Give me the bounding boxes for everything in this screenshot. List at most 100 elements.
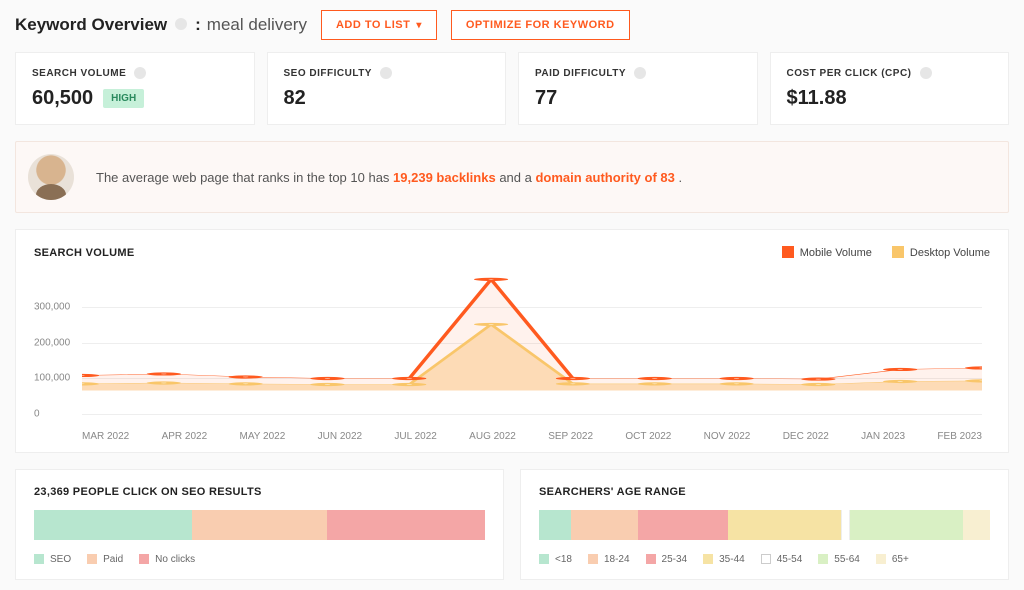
x-tick-label: JAN 2023 bbox=[861, 431, 905, 442]
legend-item: 55-64 bbox=[818, 554, 860, 565]
add-to-list-button[interactable]: Add to list ▾ bbox=[321, 10, 437, 40]
age-range-legend: <18 18-24 25-34 35-44 45-54 55-64 65+ bbox=[539, 554, 990, 565]
card-cpc: Cost Per Click (CPC) $11.88 bbox=[770, 52, 1010, 125]
bar-segment bbox=[192, 510, 327, 540]
x-tick-label: MAR 2022 bbox=[82, 431, 129, 442]
x-tick-label: DEC 2022 bbox=[783, 431, 829, 442]
square-icon bbox=[761, 554, 771, 564]
x-tick-label: APR 2022 bbox=[162, 431, 208, 442]
gridline bbox=[82, 414, 982, 415]
card-paid-label: Paid Difficulty bbox=[535, 68, 626, 79]
y-tick-label: 0 bbox=[34, 409, 40, 420]
info-icon[interactable] bbox=[380, 67, 392, 79]
x-tick-label: MAY 2022 bbox=[240, 431, 286, 442]
sv-legend: Mobile Volume Desktop Volume bbox=[782, 246, 990, 259]
square-icon bbox=[139, 554, 149, 564]
tip-banner: The average web page that ranks in the t… bbox=[15, 141, 1009, 213]
y-tick-label: 200,000 bbox=[34, 337, 70, 348]
bar-segment bbox=[539, 510, 571, 540]
tip-mid: and a bbox=[499, 170, 535, 185]
legend-item: SEO bbox=[34, 554, 71, 565]
info-icon[interactable] bbox=[175, 18, 187, 30]
info-icon[interactable] bbox=[634, 67, 646, 79]
bottom-row: 23,369 People Click on SEO Results SEO Pa… bbox=[15, 469, 1009, 580]
bar-segment bbox=[728, 510, 841, 540]
seo-clicks-legend: SEOPaidNo clicks bbox=[34, 554, 485, 565]
square-icon bbox=[87, 554, 97, 564]
sv-chart: 0 100,000 200,000 300,000 MAR 2022 APR 2022 MA… bbox=[34, 267, 990, 442]
square-icon bbox=[892, 246, 904, 258]
seo-clicks-bar bbox=[34, 510, 485, 540]
square-icon bbox=[34, 554, 44, 564]
seo-clicks-panel: 23,369 People Click on SEO Results SEO Pa… bbox=[15, 469, 504, 580]
card-cpc-label: Cost Per Click (CPC) bbox=[787, 68, 912, 79]
title-colon: : bbox=[195, 15, 201, 35]
x-tick-label: JUL 2022 bbox=[394, 431, 436, 442]
age-range-title: Searchers' Age Range bbox=[539, 486, 990, 498]
square-icon bbox=[876, 554, 886, 564]
age-range-bar bbox=[539, 510, 990, 540]
card-search-volume: Search Volume 60,500 HIGH bbox=[15, 52, 255, 125]
title-wrap: Keyword Overview : meal delivery bbox=[15, 15, 307, 35]
square-icon bbox=[646, 554, 656, 564]
optimize-button[interactable]: Optimize for keyword bbox=[451, 10, 630, 40]
chevron-down-icon: ▾ bbox=[416, 20, 422, 31]
tip-post: . bbox=[679, 170, 683, 185]
legend-item: 45-54 bbox=[761, 554, 803, 565]
y-tick-label: 100,000 bbox=[34, 373, 70, 384]
card-paid-difficulty: Paid Difficulty 77 bbox=[518, 52, 758, 125]
search-volume-panel: Search Volume Mobile Volume Desktop Volu… bbox=[15, 229, 1009, 453]
bar-segment bbox=[327, 510, 485, 540]
y-tick-label: 300,000 bbox=[34, 301, 70, 312]
metric-cards: Search Volume 60,500 HIGH SEO Difficulty… bbox=[15, 52, 1009, 125]
keyword-text: meal delivery bbox=[207, 15, 307, 35]
x-tick-label: JUN 2022 bbox=[318, 431, 362, 442]
legend-item: <18 bbox=[539, 554, 572, 565]
avatar bbox=[28, 154, 74, 200]
card-search-volume-label: Search Volume bbox=[32, 68, 126, 79]
card-seo-label: SEO Difficulty bbox=[284, 68, 372, 79]
bar-segment bbox=[34, 510, 192, 540]
x-tick-label: AUG 2022 bbox=[469, 431, 516, 442]
info-icon[interactable] bbox=[134, 67, 146, 79]
backlinks-link[interactable]: 19,239 backlinks bbox=[393, 170, 496, 185]
legend-item: 65+ bbox=[876, 554, 909, 565]
page-title: Keyword Overview bbox=[15, 15, 167, 35]
card-cpc-value: $11.88 bbox=[787, 87, 847, 110]
bar-segment bbox=[841, 510, 850, 540]
legend-item: 25-34 bbox=[646, 554, 688, 565]
x-tick-label: NOV 2022 bbox=[704, 431, 751, 442]
bar-segment bbox=[963, 510, 990, 540]
square-icon bbox=[539, 554, 549, 564]
legend-item: Paid bbox=[87, 554, 123, 565]
square-icon bbox=[818, 554, 828, 564]
square-icon bbox=[588, 554, 598, 564]
x-tick-label: FEB 2023 bbox=[937, 431, 981, 442]
x-tick-label: SEP 2022 bbox=[548, 431, 593, 442]
bar-segment bbox=[638, 510, 728, 540]
tip-pre: The average web page that ranks in the t… bbox=[96, 170, 393, 185]
legend-item: 18-24 bbox=[588, 554, 630, 565]
card-seo-value: 82 bbox=[284, 87, 306, 110]
badge-high: HIGH bbox=[103, 89, 144, 108]
legend-desktop: Desktop Volume bbox=[892, 246, 990, 259]
card-seo-difficulty: SEO Difficulty 82 bbox=[267, 52, 507, 125]
legend-mobile: Mobile Volume bbox=[782, 246, 872, 259]
square-icon bbox=[703, 554, 713, 564]
add-to-list-label: Add to list bbox=[336, 19, 410, 31]
sv-title: Search Volume bbox=[34, 247, 134, 259]
bar-segment bbox=[850, 510, 963, 540]
info-icon[interactable] bbox=[920, 67, 932, 79]
age-range-panel: Searchers' Age Range <18 18-24 25-34 35-44 4… bbox=[520, 469, 1009, 580]
optimize-label: Optimize for keyword bbox=[466, 19, 615, 31]
card-search-volume-value: 60,500 bbox=[32, 87, 93, 110]
page-header: Keyword Overview : meal delivery Add to … bbox=[15, 10, 1009, 40]
x-tick-label: OCT 2022 bbox=[625, 431, 671, 442]
domain-authority-link[interactable]: domain authority of 83 bbox=[535, 170, 674, 185]
square-icon bbox=[782, 246, 794, 258]
seo-clicks-title: 23,369 People Click on SEO Results bbox=[34, 486, 485, 498]
card-paid-value: 77 bbox=[535, 87, 557, 110]
bar-segment bbox=[571, 510, 639, 540]
legend-item: 35-44 bbox=[703, 554, 745, 565]
tip-text: The average web page that ranks in the t… bbox=[96, 170, 682, 185]
